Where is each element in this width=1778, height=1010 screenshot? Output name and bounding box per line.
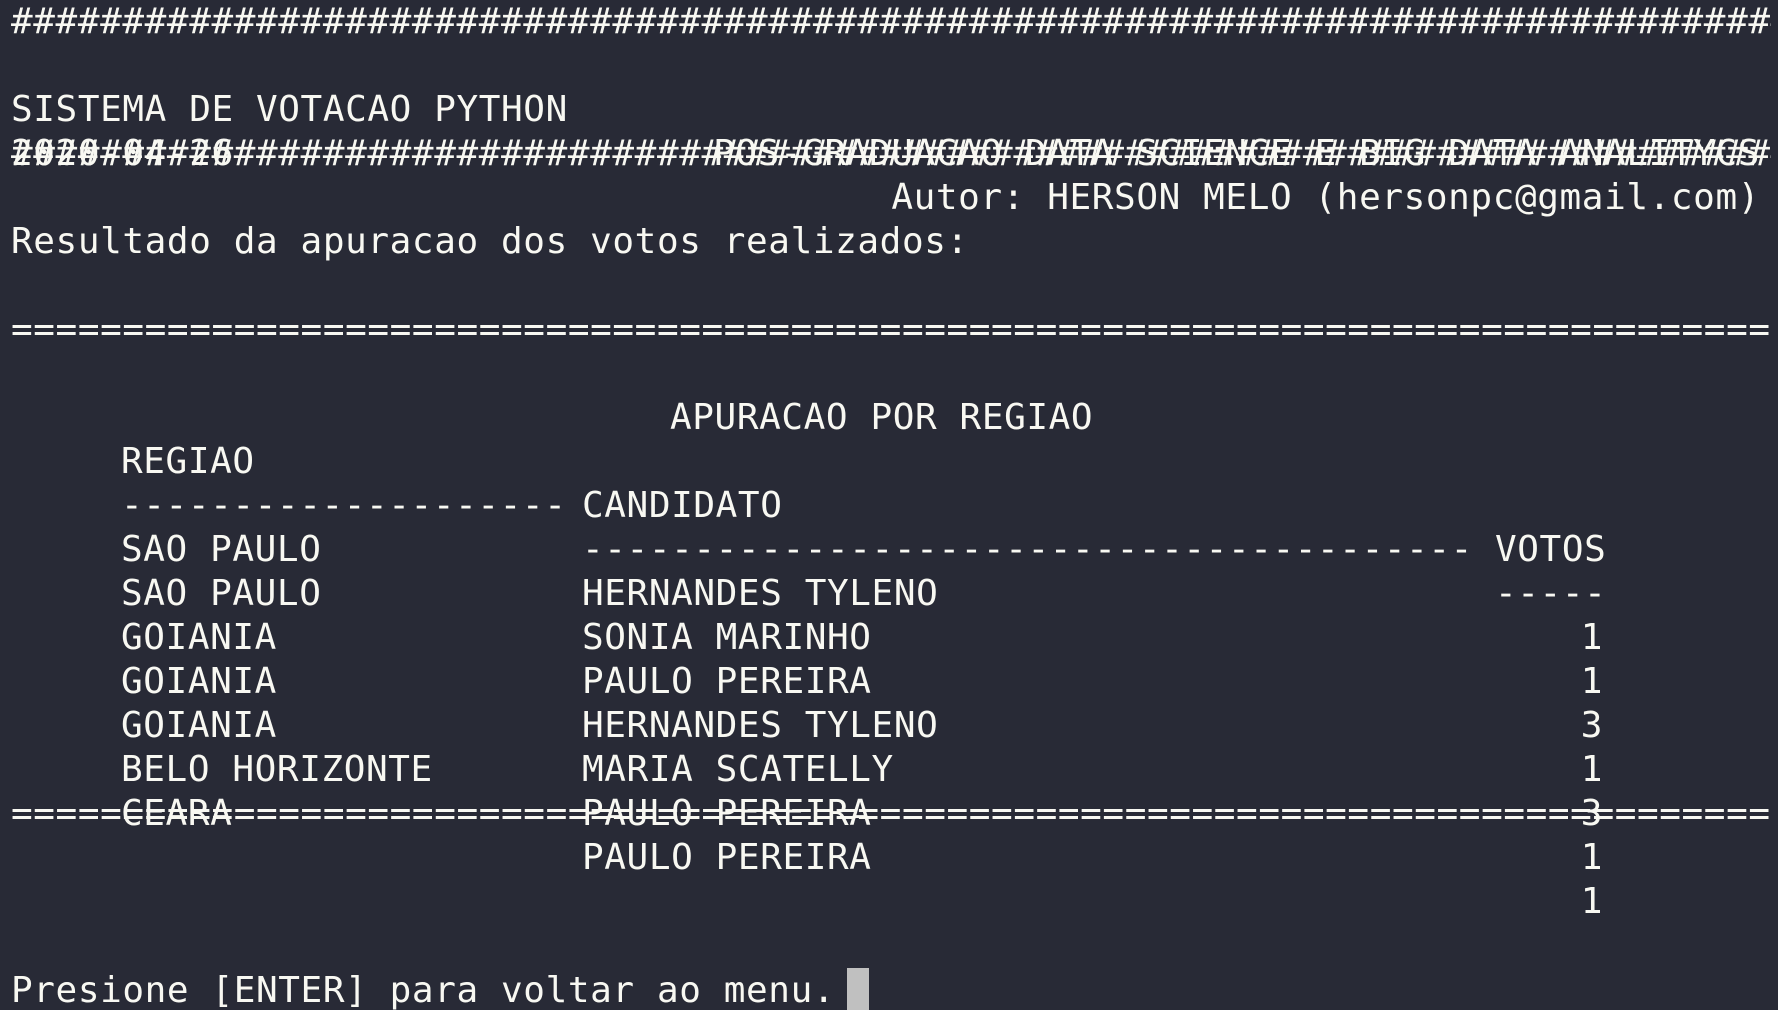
table-row: BELO HORIZONTE PAULO PEREIRA 1 xyxy=(11,704,1778,878)
row-candidate: PAULO PEREIRA xyxy=(582,793,872,834)
table-rule-top: ========================================… xyxy=(11,309,1771,350)
prompt-line[interactable]: Presione [ENTER] para voltar ao menu. xyxy=(11,968,1778,1010)
header-author: Autor: HERSON MELO (hersonpc@gmail.com) xyxy=(891,177,1760,218)
terminal-window[interactable]: ########################################… xyxy=(0,0,1778,1010)
header-date: 2020-04-26 xyxy=(11,133,234,174)
header-title-row: SISTEMA DE VOTACAO PYTHON POS-GRADUACAO … xyxy=(11,44,1778,174)
table-title-row: APURACAO POR REGIAO xyxy=(11,352,1778,438)
header-meta-row: 2020-04-26 Autor: HERSON MELO (hersonpc@… xyxy=(11,88,1778,218)
cursor-block[interactable] xyxy=(847,968,870,1010)
row-votes: 1 xyxy=(1580,881,1603,922)
table-row: GOIANIA HERNANDES TYLENO 1 xyxy=(11,616,1778,790)
table-row: GOIANIA PAULO PEREIRA 3 xyxy=(11,572,1778,746)
table-row: SAO PAULO SONIA MARINHO 1 xyxy=(11,528,1778,702)
table-row: CEARA PAULO PEREIRA 1 xyxy=(11,748,1778,922)
row-votes: 1 xyxy=(1580,837,1603,878)
prompt-text: Presione [ENTER] para voltar ao menu. xyxy=(11,970,836,1010)
course-name: POS-GRADUACAO DATA SCIENCE E BIG DATA AN… xyxy=(713,133,1760,174)
table-row: GOIANIA MARIA SCATELLY 3 xyxy=(11,660,1778,834)
row-candidate: PAULO PEREIRA xyxy=(582,837,872,878)
table-header-underline: -------------------- -------------------… xyxy=(11,440,1778,614)
row-votes: 3 xyxy=(1580,793,1603,834)
table-row: SAO PAULO HERNANDES TYLENO 1 xyxy=(11,484,1778,658)
table-header-row: REGIAO CANDIDATO VOTOS xyxy=(11,396,1778,570)
row-region: CEARA xyxy=(121,793,233,834)
result-heading: Resultado da apuracao dos votos realizad… xyxy=(11,221,969,262)
header-border-top: ########################################… xyxy=(11,1,1771,42)
